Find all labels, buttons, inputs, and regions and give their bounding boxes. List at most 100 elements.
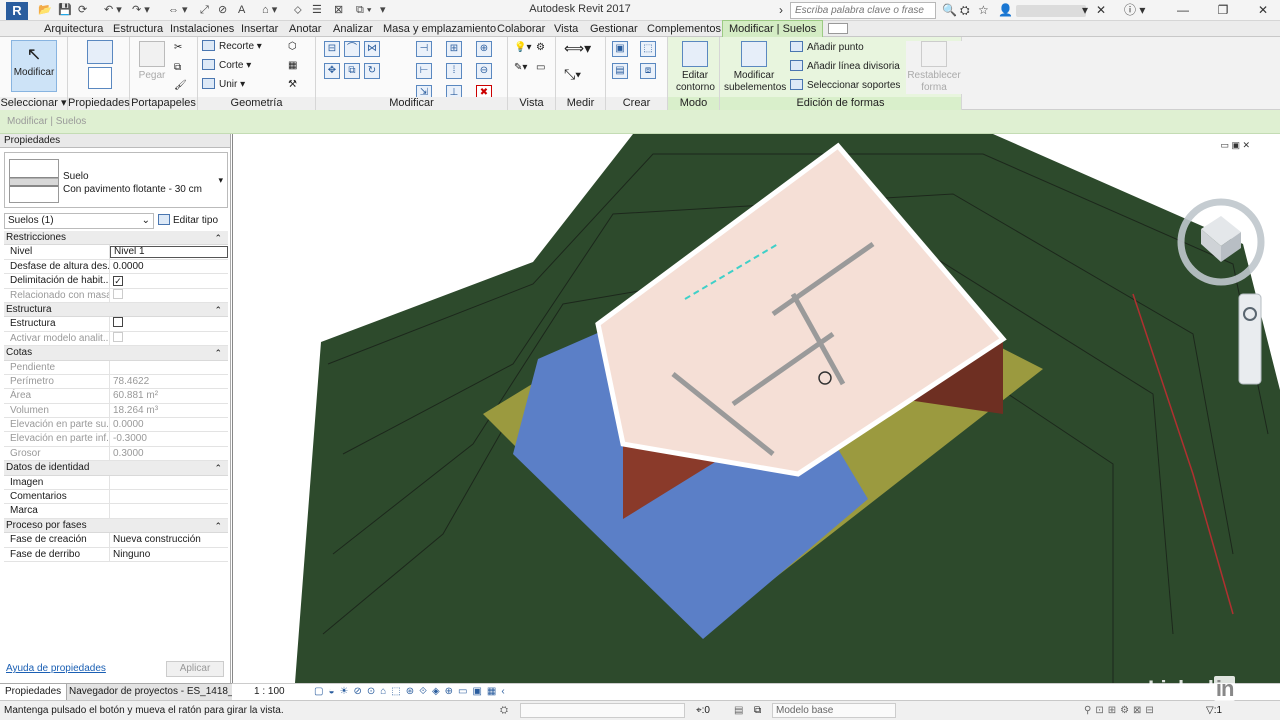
prop-section-header[interactable]: Restricciones ⌃ <box>4 231 228 246</box>
prop-value[interactable]: 60.881 m² <box>110 389 228 402</box>
prop-value[interactable]: Nueva construcción <box>110 533 228 546</box>
prop-row[interactable]: Estructura <box>4 317 228 332</box>
tab-masa[interactable]: Masa y emplazamiento <box>383 21 496 37</box>
prop-value[interactable] <box>110 476 228 489</box>
measure-between-icon[interactable]: ⟺▾ <box>564 41 591 55</box>
hide-in-view-icon[interactable]: 💡▾ <box>514 41 531 55</box>
prop-row[interactable]: Grosor 0.3000 <box>4 446 228 462</box>
create-parts-icon[interactable]: ⬚ <box>640 41 656 57</box>
subscription-icon[interactable]: ⛭ <box>960 3 970 18</box>
prop-checkbox[interactable]: ✓ <box>113 276 123 287</box>
tab-modificar-suelos[interactable]: Modificar | Suelos <box>722 20 824 37</box>
search-expand-icon[interactable]: › <box>779 3 783 18</box>
tab-colaborar[interactable]: Colaborar <box>497 21 545 37</box>
sync-icon[interactable]: ⟳ <box>78 3 87 18</box>
prop-value[interactable]: Ninguno <box>110 548 228 561</box>
search-input[interactable]: Escriba palabra clave o frase <box>790 2 936 19</box>
thin-lines-icon[interactable]: ☰ <box>312 3 322 18</box>
copy-element-icon[interactable]: ⧉ <box>344 63 360 79</box>
prop-section-header[interactable]: Cotas ⌃ <box>4 346 228 361</box>
edit-type-button[interactable]: Editar tipo <box>158 213 228 229</box>
join-button[interactable]: Unir ▾ <box>202 78 245 92</box>
design-option-select[interactable]: Modelo base <box>772 703 896 718</box>
modify-button[interactable]: ↖ Modificar <box>11 40 57 92</box>
prop-value[interactable] <box>110 490 228 503</box>
prop-value[interactable]: 78.4622 <box>110 375 228 388</box>
open-icon[interactable]: 📂 <box>38 3 52 18</box>
prop-section-header[interactable]: Estructura ⌃ <box>4 302 228 318</box>
prop-row[interactable]: Marca <box>4 504 228 519</box>
revit-logo[interactable]: R <box>6 2 28 20</box>
edit-boundary-button[interactable]: Editar contorno <box>676 41 715 94</box>
editable-only-icon[interactable]: ▤ <box>734 701 743 720</box>
prop-row[interactable]: Elevación en parte inf... -0.3000 <box>4 432 228 447</box>
tab-estructura[interactable]: Estructura <box>113 21 163 37</box>
user-icon[interactable]: 👤 <box>998 3 1013 18</box>
prop-value[interactable] <box>110 317 228 330</box>
prop-checkbox[interactable] <box>113 317 123 328</box>
view-control-icons[interactable]: ▢◒☀⊘⊙⌂⬚⊛⟐◈⊕▭▣▦‹ <box>314 684 510 700</box>
design-options-icon[interactable]: ⧉ <box>754 701 761 720</box>
tag-icon[interactable]: ⊘ <box>218 3 227 18</box>
prop-value[interactable] <box>110 331 228 345</box>
paste-button[interactable]: Pegar <box>136 41 168 82</box>
workset-icon[interactable]: ⛭ <box>500 701 508 720</box>
prop-value[interactable]: 0.3000 <box>110 447 228 460</box>
prop-row[interactable]: Imagen <box>4 475 228 491</box>
mirror-pick-axis-icon[interactable]: ⋈ <box>364 41 380 57</box>
section-icon[interactable]: ⬦ <box>294 3 302 18</box>
redo-icon[interactable]: ↷ ▾ <box>132 3 150 18</box>
user-name-field[interactable] <box>1016 5 1086 17</box>
tab-instalaciones[interactable]: Instalaciones <box>170 21 234 37</box>
prop-value[interactable]: -0.3000 <box>110 432 228 445</box>
3d-viewport[interactable]: ▭ ▣ ✕ <box>232 134 1280 683</box>
create-similar-icon[interactable]: ⧈ <box>640 63 656 79</box>
undo-icon[interactable]: ↶ ▾ <box>104 3 122 18</box>
view-scale[interactable]: 1 : 100 <box>254 684 285 700</box>
linework-icon[interactable]: ✎▾ <box>514 61 527 75</box>
align-icon[interactable]: ⊟ <box>324 41 340 57</box>
3d-view-icon[interactable]: ⌂ ▾ <box>262 3 277 18</box>
copy-icon[interactable]: ⧉ <box>174 61 181 75</box>
prop-value[interactable]: 18.264 m³ <box>110 404 228 417</box>
prop-row[interactable]: Delimitación de habit... ✓ <box>4 274 228 289</box>
panel-toggle-icon[interactable] <box>828 23 848 34</box>
add-split-line-button[interactable]: Añadir línea divisoria <box>790 60 900 74</box>
tab-analizar[interactable]: Analizar <box>333 21 373 37</box>
type-dropdown-icon[interactable]: ▾ <box>218 175 223 186</box>
prop-row[interactable]: Desfase de altura des... 0.0000 <box>4 259 228 275</box>
tab-anotar[interactable]: Anotar <box>289 21 321 37</box>
navigation-bar[interactable] <box>1238 293 1262 385</box>
demolish-icon[interactable]: ⚒ <box>288 78 297 92</box>
prop-value[interactable]: 0.0000 <box>110 418 228 431</box>
apply-button[interactable]: Aplicar <box>166 661 224 677</box>
prop-section-header[interactable]: Proceso por fases ⌃ <box>4 518 228 534</box>
favorites-icon[interactable]: ☆ <box>978 3 989 18</box>
type-selector[interactable]: Suelo Con pavimento flotante - 30 cm ▾ <box>4 152 228 208</box>
text-icon[interactable]: A <box>238 3 245 18</box>
minimize-icon[interactable]: — <box>1168 1 1198 20</box>
unpin-icon[interactable]: ⊖ <box>476 63 492 79</box>
prop-row[interactable]: Nivel Nivel 1 <box>4 245 228 260</box>
paint-brush-icon[interactable]: ▭ <box>536 61 545 75</box>
prop-row[interactable]: Fase de derribo Ninguno <box>4 547 228 562</box>
wall-joins-icon[interactable]: ⬡ <box>288 40 297 54</box>
view-window-controls[interactable]: ▭ ▣ ✕ <box>1220 140 1250 151</box>
mirror-draw-axis-icon[interactable]: ⊣ <box>416 41 432 57</box>
prop-row[interactable]: Relacionado con masa <box>4 288 228 303</box>
prop-value[interactable]: ✓ <box>110 274 228 287</box>
trim-icon[interactable]: ⊢ <box>416 63 432 79</box>
add-point-button[interactable]: Añadir punto <box>790 41 864 55</box>
prop-row[interactable]: Elevación en parte su... 0.0000 <box>4 418 228 433</box>
customize-qat-icon[interactable]: ▾ <box>380 3 386 18</box>
filter-count[interactable]: ▽:1 <box>1206 701 1222 720</box>
panel-label-seleccionar[interactable]: Seleccionar ▾ <box>0 97 67 110</box>
tab-complementos[interactable]: Complementos <box>647 21 721 37</box>
rotate-icon[interactable]: ↻ <box>364 63 380 79</box>
tab-arquitectura[interactable]: Arquitectura <box>44 21 103 37</box>
prop-value[interactable] <box>110 504 228 517</box>
offset-icon[interactable]: ⌒ <box>344 41 360 57</box>
pick-supports-button[interactable]: Seleccionar soportes <box>790 79 900 93</box>
tab-gestionar[interactable]: Gestionar <box>590 21 638 37</box>
pin-icon[interactable]: ⊕ <box>476 41 492 57</box>
